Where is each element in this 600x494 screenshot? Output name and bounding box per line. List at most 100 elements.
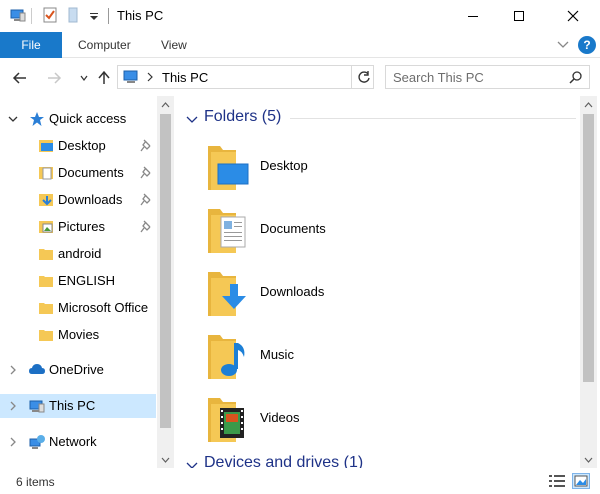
folder-label: Documents <box>260 221 326 236</box>
search-icon[interactable] <box>569 70 583 84</box>
scrollbar-thumb[interactable] <box>160 114 171 428</box>
group-title: Folders (5) <box>204 108 282 125</box>
minimize-button[interactable] <box>450 0 496 32</box>
tab-view[interactable]: View <box>161 38 187 52</box>
sidebar-item-microsoft-office[interactable]: Microsoft Office <box>0 296 156 320</box>
sidebar-item-network[interactable]: Network <box>0 430 156 454</box>
chevron-right-icon[interactable] <box>8 400 18 412</box>
sidebar-item-android[interactable]: android <box>0 242 156 266</box>
item-count: 6 items <box>16 475 55 489</box>
scroll-up-icon[interactable] <box>157 96 174 113</box>
expand-ribbon-icon[interactable] <box>556 37 570 51</box>
sidebar-item-english[interactable]: ENGLISH <box>0 269 156 293</box>
sidebar-item-label: ENGLISH <box>58 273 116 288</box>
folder-label: Desktop <box>260 158 308 173</box>
scroll-up-icon[interactable] <box>580 96 597 113</box>
pictures-folder-icon <box>38 219 54 235</box>
sidebar-item-pictures[interactable]: Pictures <box>0 215 156 239</box>
folder-icon <box>38 327 54 343</box>
content-scrollbar[interactable] <box>580 96 597 468</box>
folder-item-desktop[interactable]: Desktop <box>206 142 406 198</box>
folder-label: Downloads <box>260 284 325 299</box>
folder-item-downloads[interactable]: Downloads <box>206 268 406 324</box>
sidebar-item-downloads[interactable]: Downloads <box>0 188 156 212</box>
sidebar-item-label: Quick access <box>49 111 127 126</box>
title-bar: This PC <box>0 0 600 32</box>
scroll-down-icon[interactable] <box>157 451 174 468</box>
separator <box>31 8 32 24</box>
group-title: Devices and drives (1) <box>204 454 364 468</box>
refresh-button[interactable] <box>351 66 375 88</box>
divider <box>290 118 576 119</box>
pin-icon[interactable] <box>140 220 152 234</box>
folder-item-videos[interactable]: Videos <box>206 394 406 450</box>
details-view-icon[interactable] <box>548 473 566 489</box>
new-folder-icon[interactable] <box>66 7 82 23</box>
chevron-right-icon[interactable] <box>146 71 154 83</box>
sidebar-item-quick-access[interactable]: Quick access <box>0 107 156 131</box>
search-placeholder: Search This PC <box>393 70 484 85</box>
chevron-down-icon[interactable] <box>186 458 198 468</box>
back-button[interactable] <box>10 68 30 88</box>
content-pane: Folders (5) Desktop Documents Downloads … <box>176 96 600 468</box>
help-button[interactable]: ? <box>578 36 596 54</box>
chevron-right-icon[interactable] <box>8 436 18 448</box>
window-title: This PC <box>117 8 164 23</box>
tab-file[interactable]: File <box>0 32 62 58</box>
sidebar-item-documents[interactable]: Documents <box>0 161 156 185</box>
sidebar-item-label: Desktop <box>58 138 106 153</box>
chevron-right-icon[interactable] <box>8 364 18 376</box>
recent-locations-icon[interactable] <box>74 68 94 88</box>
folder-label: Music <box>260 347 294 362</box>
pin-icon[interactable] <box>140 166 152 180</box>
separator <box>108 8 109 24</box>
sidebar-item-label: android <box>58 246 102 261</box>
pin-icon[interactable] <box>140 193 152 207</box>
properties-icon[interactable] <box>42 7 58 23</box>
music-folder-icon <box>206 331 254 383</box>
forward-button[interactable] <box>44 68 64 88</box>
address-path: This PC <box>162 70 209 85</box>
up-button[interactable] <box>94 68 114 88</box>
scrollbar-thumb[interactable] <box>583 114 594 382</box>
folder-icon <box>38 300 54 316</box>
documents-folder-icon <box>38 165 54 181</box>
navigation-pane: Quick access Desktop Documents Downloads <box>0 96 175 468</box>
sidebar-item-onedrive[interactable]: OneDrive <box>0 358 156 382</box>
navigation-pane-scrollbar[interactable] <box>157 96 174 468</box>
sidebar-item-label: OneDrive <box>49 362 104 377</box>
status-bar: 6 items <box>0 468 600 494</box>
pin-icon[interactable] <box>140 139 152 153</box>
desktop-folder-icon <box>38 138 54 154</box>
documents-folder-icon <box>206 205 254 257</box>
folders-group-header[interactable]: Folders (5) <box>186 107 576 129</box>
folder-label: Videos <box>260 410 300 425</box>
sidebar-item-label: Documents <box>58 165 124 180</box>
scroll-down-icon[interactable] <box>580 451 597 468</box>
folder-icon <box>38 273 54 289</box>
search-input[interactable]: Search This PC <box>385 65 590 89</box>
devices-group-header[interactable]: Devices and drives (1) <box>186 453 576 468</box>
tab-computer[interactable]: Computer <box>78 38 131 52</box>
network-icon <box>28 434 46 450</box>
folder-icon <box>38 246 54 262</box>
folder-item-music[interactable]: Music <box>206 331 406 387</box>
chevron-down-icon[interactable] <box>8 113 18 125</box>
star-icon <box>29 111 45 127</box>
downloads-folder-icon <box>38 192 54 208</box>
sidebar-item-this-pc[interactable]: This PC <box>0 394 156 418</box>
sidebar-item-desktop[interactable]: Desktop <box>0 134 156 158</box>
sidebar-item-label: This PC <box>49 398 96 413</box>
chevron-down-icon[interactable] <box>186 112 198 123</box>
desktop-folder-icon <box>206 142 254 194</box>
large-icons-view-icon[interactable] <box>572 473 590 489</box>
folder-item-documents[interactable]: Documents <box>206 205 406 261</box>
downloads-folder-icon <box>206 268 254 320</box>
address-bar[interactable]: This PC <box>117 65 462 89</box>
close-button[interactable] <box>550 0 596 32</box>
ribbon: File Computer View ? <box>0 32 600 58</box>
maximize-button[interactable] <box>496 0 542 32</box>
computer-icon[interactable] <box>10 7 26 23</box>
customize-toolbar-icon[interactable] <box>88 7 104 23</box>
sidebar-item-movies[interactable]: Movies <box>0 323 156 347</box>
